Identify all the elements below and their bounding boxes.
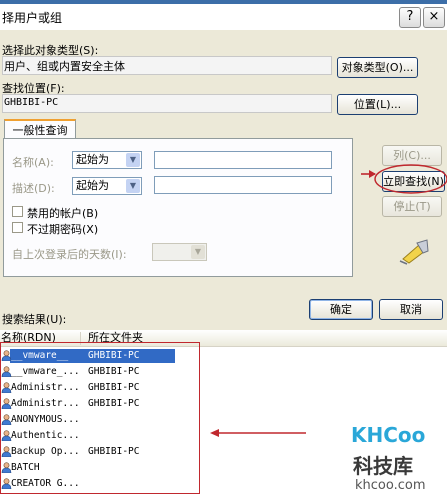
disabled-accounts-checkbox[interactable] <box>12 206 23 217</box>
days-since-login-label: 自上次登录后的天数(I): <box>12 248 127 261</box>
stop-button[interactable]: 停止(T) <box>382 196 442 217</box>
watermark-url: khcoo.com <box>355 478 426 493</box>
results-annotation-arrow <box>210 429 306 437</box>
description-mode-select[interactable]: 起始为 ▼ <box>72 177 142 195</box>
name-label: 名称(A): <box>12 156 54 169</box>
no-expire-password-checkbox[interactable] <box>12 222 23 233</box>
no-expire-password-label: 不过期密码(X) <box>27 223 99 236</box>
results-highlight-box <box>0 342 200 494</box>
window-title: 择用户或组 <box>2 11 63 25</box>
location-field: GHBIBI-PC <box>2 94 332 113</box>
search-animation-icon <box>399 239 429 265</box>
cancel-button[interactable]: 取消 <box>379 299 443 320</box>
annotation-markup <box>361 164 447 194</box>
close-button[interactable]: × <box>423 7 445 28</box>
watermark-cn: 科技库 <box>353 454 413 478</box>
chevron-down-icon: ▼ <box>191 245 205 259</box>
description-label: 描述(D): <box>12 182 55 195</box>
locations-button[interactable]: 位置(L)... <box>337 94 418 115</box>
description-mode-value: 起始为 <box>76 179 109 192</box>
days-since-login-select[interactable]: ▼ <box>152 243 207 261</box>
chevron-down-icon: ▼ <box>126 153 140 167</box>
ok-button[interactable]: 确定 <box>309 299 373 320</box>
watermark-brand: KHCoo <box>351 423 426 447</box>
location-value: GHBIBI-PC <box>4 97 59 108</box>
name-mode-select[interactable]: 起始为 ▼ <box>72 151 142 169</box>
object-types-button[interactable]: 对象类型(O)... <box>337 57 418 78</box>
watermark-logo: KHCoo 科技库 khcoo.com <box>349 423 447 500</box>
object-type-value: 用户、组或内置安全主体 <box>4 60 125 73</box>
tab-general-query[interactable]: 一般性查询 <box>4 119 76 139</box>
title-bar <box>0 4 447 30</box>
help-button[interactable]: ? <box>399 7 421 28</box>
disabled-accounts-label: 禁用的帐户(B) <box>27 207 99 220</box>
chevron-down-icon: ▼ <box>126 179 140 193</box>
search-results-label: 搜索结果(U): <box>2 313 67 326</box>
object-type-field: 用户、组或内置安全主体 <box>2 56 332 75</box>
annotation-arrow-head <box>210 429 219 437</box>
find-now-highlight-ellipse <box>374 164 447 194</box>
name-mode-value: 起始为 <box>76 153 109 166</box>
